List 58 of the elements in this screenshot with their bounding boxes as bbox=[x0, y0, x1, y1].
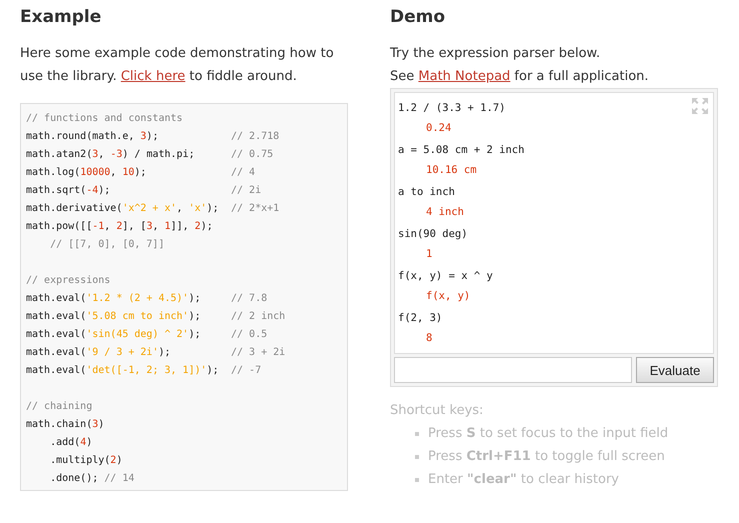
code-line: math.eval('1.2 * (2 + 4.5)'); bbox=[26, 292, 202, 306]
section-heading: Demo bbox=[390, 7, 446, 27]
code-line: math.pow([[-1, 2], [3, 1]], 2); bbox=[26, 220, 214, 234]
code-comment: // 0.5 bbox=[231, 328, 268, 342]
intro-paragraph: Here some example code demonstrating how to use the library. Click here to fiddle around. bbox=[20, 45, 335, 86]
expression-text: sin(90 deg) bbox=[398, 227, 468, 242]
code-comment: // 4 bbox=[231, 166, 256, 180]
bullet-icon bbox=[415, 478, 419, 482]
code-comment: // 0.75 bbox=[231, 148, 274, 162]
expression-text: f(x, y) = x ^ y bbox=[398, 269, 493, 284]
code-line: // expressions bbox=[26, 274, 112, 288]
result-text: f(x, y) bbox=[425, 289, 472, 304]
code-line: math.eval('9 / 3 + 2i'); bbox=[26, 346, 172, 360]
code-line: math.log(10000, 10); bbox=[26, 166, 148, 180]
code-line: math.sqrt(-4); bbox=[26, 184, 112, 198]
code-comment: // 2*x+1 bbox=[231, 202, 280, 216]
shortcut-text: Enter "clear" to clear history bbox=[428, 471, 619, 489]
result-text: 10.16 cm bbox=[425, 163, 478, 178]
result-text: 0.24 bbox=[425, 121, 452, 136]
code-comment: // 3 + 2i bbox=[231, 346, 286, 360]
intro-text: See Math Notepad for a full application. bbox=[390, 68, 650, 86]
result-text: 1 bbox=[425, 247, 434, 262]
shortcut-text: Press S to set focus to the input field bbox=[428, 425, 668, 443]
result-text: 4 inch bbox=[425, 205, 465, 220]
code-line: math.eval('sin(45 deg) ^ 2'); bbox=[26, 328, 202, 342]
code-line: math.eval('5.08 cm to inch'); bbox=[26, 310, 202, 324]
code-comment: // 7.8 bbox=[231, 292, 268, 306]
expression-text: a to inch bbox=[398, 185, 455, 200]
notepad-link[interactable]: Math Notepad bbox=[418, 69, 510, 84]
code-line: // functions and constants bbox=[26, 112, 184, 126]
code-line: .multiply(2) bbox=[49, 454, 124, 468]
bullet-icon bbox=[415, 454, 419, 458]
intro-text: Try the expression parser below. bbox=[390, 45, 602, 63]
fiddle-link[interactable]: Click here bbox=[120, 69, 186, 84]
code-line: math.eval('det([-1, 2; 3, 1])'); bbox=[26, 364, 220, 378]
result-text: 8 bbox=[425, 331, 434, 346]
expression-text: f(2, 3) bbox=[398, 311, 442, 326]
code-line: math.atan2(3, -3) / math.pi; bbox=[26, 148, 196, 162]
code-comment: // -7 bbox=[231, 364, 262, 378]
expression-input[interactable] bbox=[394, 357, 632, 383]
shortcut-text: Press Ctrl+F11 to toggle full screen bbox=[428, 448, 665, 466]
code-comment: // 2i bbox=[231, 184, 262, 198]
fullscreen-icon[interactable] bbox=[692, 98, 708, 114]
code-line: math.round(math.e, 3); bbox=[26, 130, 160, 144]
code-line: .done(); // 14 bbox=[49, 472, 136, 486]
evaluate-button[interactable]: Evaluate bbox=[636, 357, 714, 383]
section-heading: Example bbox=[20, 7, 102, 27]
expression-text: 1.2 / (3.3 + 1.7) bbox=[398, 101, 506, 116]
shortcuts-title: Shortcut keys: bbox=[390, 402, 484, 420]
code-line: // chaining bbox=[26, 400, 94, 414]
code-line: math.chain(3) bbox=[26, 418, 106, 432]
code-line: // [[7, 0], [0, 7]] bbox=[49, 238, 166, 252]
code-line: .add(4) bbox=[49, 436, 94, 450]
expression-text: a = 5.08 cm + 2 inch bbox=[398, 143, 524, 158]
code-comment: // 2 inch bbox=[231, 310, 286, 324]
code-line: math.derivative('x^2 + x', 'x'); bbox=[26, 202, 220, 216]
bullet-icon bbox=[415, 432, 419, 436]
code-comment: // 2.718 bbox=[231, 130, 280, 144]
